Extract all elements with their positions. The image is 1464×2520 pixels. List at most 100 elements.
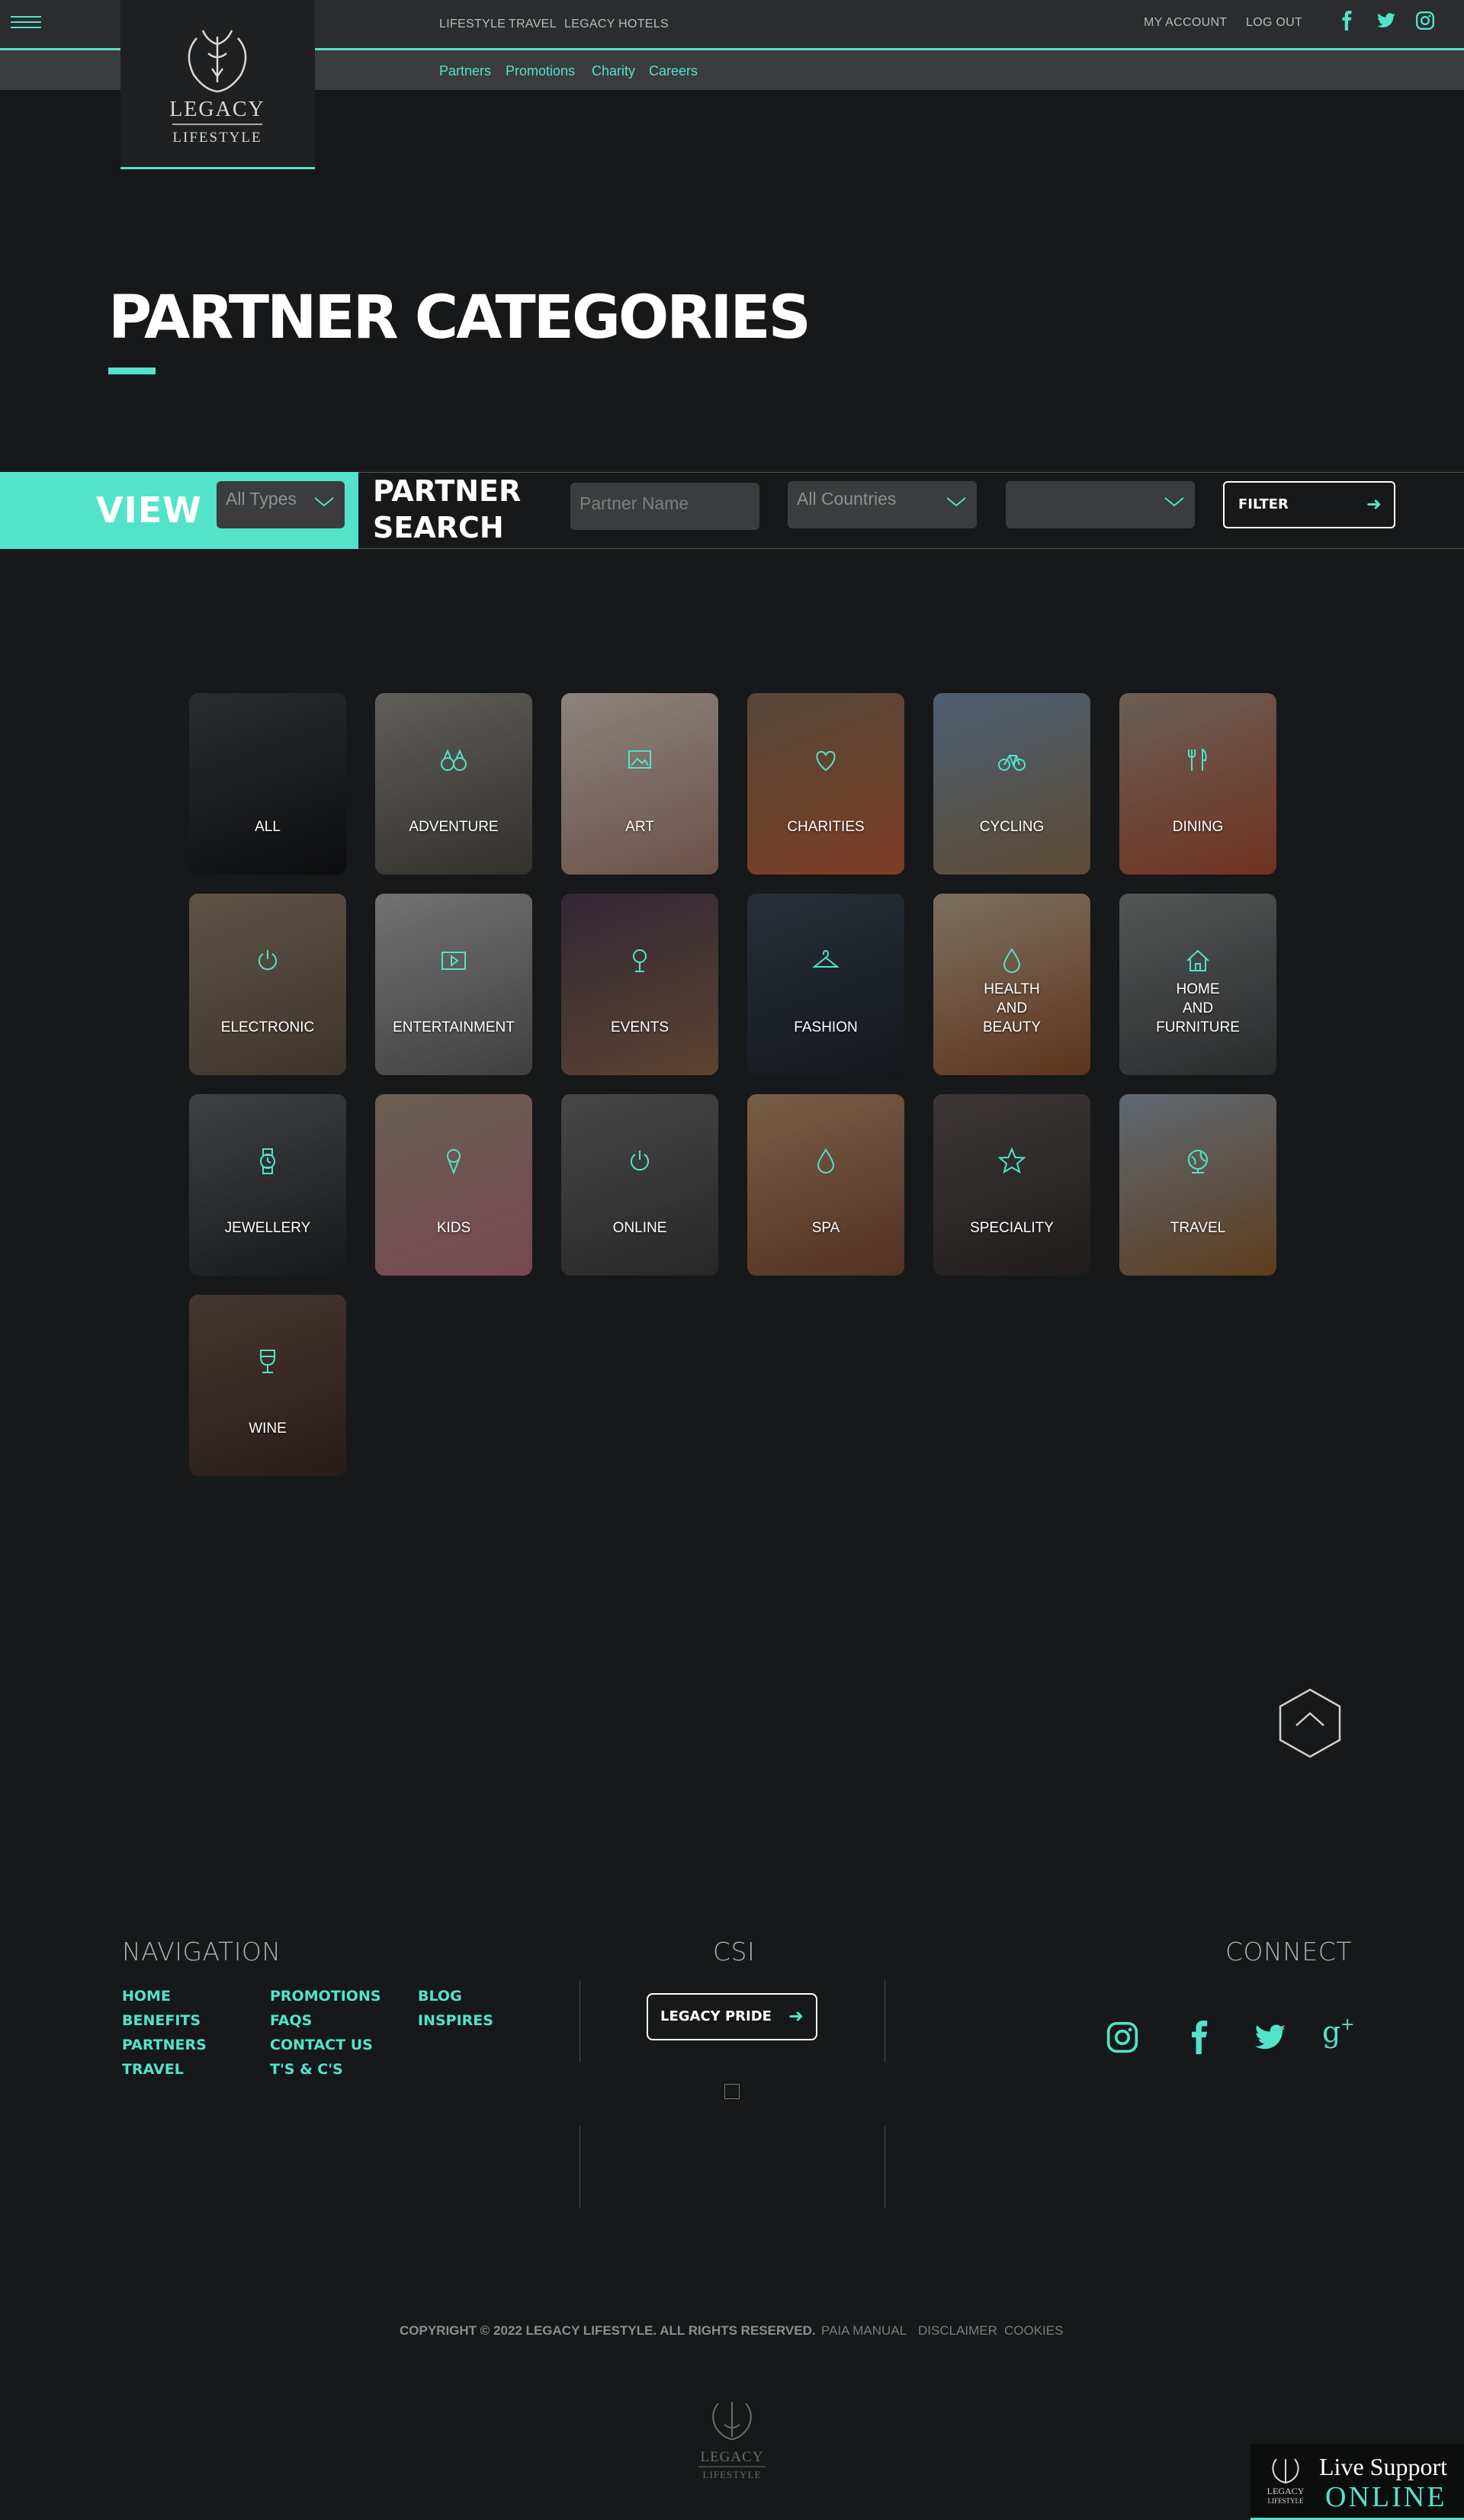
- footer-link-t-s-c-s[interactable]: T'S & C'S: [270, 2061, 343, 2078]
- ice-cream-icon: [447, 1149, 461, 1175]
- picture-icon: [628, 750, 651, 769]
- twitter-icon[interactable]: [1376, 11, 1396, 30]
- category-tile-kids[interactable]: KIDS: [375, 1094, 532, 1276]
- cookies-link[interactable]: COOKIES: [1004, 2323, 1063, 2339]
- category-tile-electronic[interactable]: ELECTRONIC: [189, 894, 346, 1075]
- legacy-pride-button[interactable]: LEGACY PRIDE ➜: [647, 1993, 817, 2040]
- partner-name-input[interactable]: Partner Name: [570, 483, 759, 530]
- footer-link-travel[interactable]: TRAVEL: [122, 2061, 184, 2078]
- category-tile-dining[interactable]: DINING: [1119, 693, 1276, 875]
- footer-link-partners[interactable]: PARTNERS: [122, 2037, 207, 2053]
- category-label: SPECIALITY: [970, 1220, 1054, 1236]
- chevron-down-icon: [314, 497, 334, 507]
- category-tile-jewellery[interactable]: JEWELLERY: [189, 1094, 346, 1276]
- country-select[interactable]: All Countries: [788, 481, 977, 528]
- category-tile-cycling[interactable]: CYCLING: [933, 693, 1090, 875]
- footer-link-blog[interactable]: BLOG: [418, 1988, 462, 2005]
- category-tile-all[interactable]: ALL: [189, 693, 346, 875]
- logo-line-1: LEGACY: [169, 98, 265, 121]
- legacy-pride-label: LEGACY PRIDE: [660, 2008, 772, 2024]
- instagram-icon[interactable]: [1415, 11, 1435, 30]
- category-tile-health-and-beauty[interactable]: HEALTH AND BEAUTY: [933, 894, 1090, 1075]
- log-out-link[interactable]: LOG OUT: [1246, 16, 1302, 30]
- bicycle-icon: [998, 755, 1026, 771]
- category-tile-entertainment[interactable]: ENTERTAINMENT: [375, 894, 532, 1075]
- category-tile-speciality[interactable]: SPECIALITY: [933, 1094, 1090, 1276]
- binoculars-icon: [441, 749, 467, 771]
- footer-link-benefits[interactable]: BENEFITS: [122, 2012, 201, 2029]
- category-label: JEWELLERY: [224, 1220, 311, 1236]
- connect-heading: CONNECT: [1225, 1937, 1352, 1966]
- category-label: DINING: [1172, 819, 1224, 835]
- nav-lifestyle[interactable]: LIFESTYLE: [439, 18, 506, 31]
- title-underline: [108, 368, 156, 374]
- live-support-logo: LEGACY LIFESTYLE: [1267, 2458, 1305, 2505]
- footer-logo-line-2: LIFESTYLE: [703, 2469, 762, 2480]
- category-label: HEALTH AND BEAUTY: [982, 981, 1042, 1035]
- hanger-icon: [812, 949, 840, 968]
- facebook-icon[interactable]: [1337, 11, 1357, 30]
- instagram-icon[interactable]: [1104, 2021, 1141, 2057]
- tile-overlay: [747, 894, 904, 1075]
- arrow-right-icon: ➜: [788, 2005, 804, 2027]
- footer-link-inspires[interactable]: INSPIRES: [418, 2012, 493, 2029]
- divider: [884, 2126, 885, 2208]
- nav-travel[interactable]: TRAVEL: [509, 18, 557, 31]
- category-tile-events[interactable]: EVENTS: [561, 894, 718, 1075]
- menu-icon[interactable]: [11, 16, 41, 31]
- category-tile-charities[interactable]: CHARITIES: [747, 693, 904, 875]
- tile-overlay: [933, 693, 1090, 875]
- category-tile-art[interactable]: ART: [561, 693, 718, 875]
- category-label: HOME AND FURNITURE: [1156, 981, 1240, 1035]
- power-icon: [258, 950, 277, 971]
- footer-link-faqs[interactable]: FAQS: [270, 2012, 312, 2029]
- site-logo[interactable]: LEGACY LIFESTYLE: [120, 0, 315, 169]
- sub-nav-promotions[interactable]: Promotions: [506, 63, 575, 79]
- live-support-widget[interactable]: LEGACY LIFESTYLE Live Support ONLINE: [1250, 2444, 1464, 2520]
- live-support-status: ONLINE: [1325, 2481, 1447, 2513]
- category-tile-wine[interactable]: WINE: [189, 1295, 346, 1476]
- category-tile-spa[interactable]: SPA: [747, 1094, 904, 1276]
- my-account-link[interactable]: MY ACCOUNT: [1144, 16, 1227, 30]
- category-label: SPA: [811, 1220, 840, 1236]
- broken-image-icon: [724, 2084, 740, 2099]
- category-tile-home-and-furniture[interactable]: HOME AND FURNITURE: [1119, 894, 1276, 1075]
- tile-overlay: [561, 894, 718, 1075]
- category-tile-adventure[interactable]: ADVENTURE: [375, 693, 532, 875]
- disclaimer-link[interactable]: DISCLAIMER: [918, 2323, 997, 2339]
- sub-nav-charity[interactable]: Charity: [592, 63, 635, 79]
- tile-overlay: [561, 1094, 718, 1276]
- power-icon: [631, 1151, 649, 1171]
- cutlery-icon: [1188, 748, 1207, 771]
- nav-legacy-hotels[interactable]: LEGACY HOTELS: [564, 18, 669, 31]
- twitter-icon[interactable]: [1252, 2021, 1289, 2057]
- globe-icon: [1188, 1150, 1208, 1173]
- navigation-heading: NAVIGATION: [122, 1937, 281, 1966]
- tile-overlay: [375, 693, 532, 875]
- divider: [884, 1980, 885, 2063]
- category-label: ENTERTAINMENT: [393, 1019, 515, 1035]
- secondary-select[interactable]: [1006, 481, 1195, 528]
- category-tile-fashion[interactable]: FASHION: [747, 894, 904, 1075]
- scroll-to-top-button[interactable]: [1278, 1687, 1342, 1759]
- sub-nav-partners[interactable]: Partners: [439, 63, 491, 79]
- category-label: TRAVEL: [1170, 1220, 1226, 1236]
- footer-link-contact-us[interactable]: CONTACT US: [270, 2037, 373, 2053]
- type-select[interactable]: All Types: [217, 481, 345, 528]
- category-label: ELECTRONIC: [220, 1019, 315, 1035]
- category-tile-travel[interactable]: TRAVEL: [1119, 1094, 1276, 1276]
- google-plus-icon[interactable]: g +: [1321, 2013, 1357, 2050]
- tile-overlay: [1119, 1094, 1276, 1276]
- tile-overlay: [189, 1295, 346, 1476]
- footer-link-promotions[interactable]: PROMOTIONS: [270, 1988, 381, 2005]
- tile-overlay: [189, 693, 346, 875]
- category-tile-online[interactable]: ONLINE: [561, 1094, 718, 1276]
- partner-search-line-1: PARTNER: [373, 474, 522, 508]
- sub-nav-careers[interactable]: Careers: [649, 63, 698, 79]
- category-label: ONLINE: [612, 1220, 667, 1236]
- filter-button[interactable]: FILTER ➜: [1223, 481, 1395, 528]
- facebook-icon[interactable]: [1182, 2021, 1218, 2057]
- paia-manual-link[interactable]: PAIA MANUAL: [821, 2323, 907, 2339]
- footer-link-home[interactable]: HOME: [122, 1988, 171, 2005]
- tile-overlay: [375, 894, 532, 1075]
